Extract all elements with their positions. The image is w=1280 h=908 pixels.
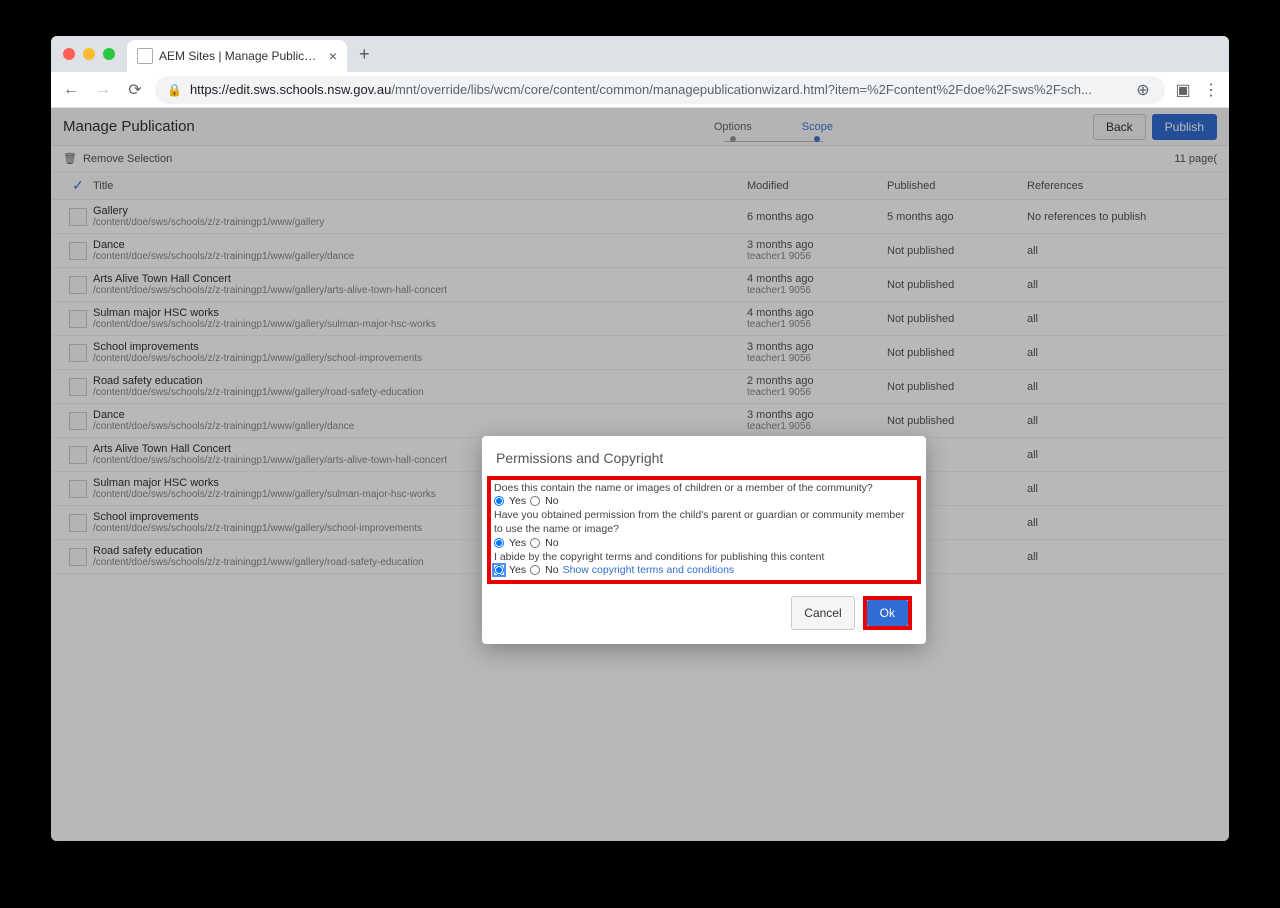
tab-title: AEM Sites | Manage Publicatio bbox=[159, 49, 323, 63]
forward-button[interactable]: → bbox=[91, 78, 115, 102]
q1-yes-radio[interactable] bbox=[494, 496, 504, 506]
copyright-terms-link[interactable]: Show copyright terms and conditions bbox=[563, 564, 735, 576]
close-tab-icon[interactable]: × bbox=[329, 48, 337, 64]
maximize-icon[interactable] bbox=[103, 48, 115, 60]
reload-button[interactable]: ⟳ bbox=[123, 78, 147, 102]
zoom-icon[interactable]: ⊕ bbox=[1133, 80, 1153, 100]
new-tab-button[interactable]: + bbox=[347, 44, 382, 65]
permissions-dialog: Permissions and Copyright Does this cont… bbox=[482, 436, 926, 644]
question-2: Have you obtained permission from the ch… bbox=[494, 508, 914, 536]
kebab-menu-icon[interactable]: ⋮ bbox=[1201, 80, 1221, 100]
back-button[interactable]: ← bbox=[59, 78, 83, 102]
yes-label: Yes bbox=[509, 564, 526, 576]
lock-icon: 🔒 bbox=[167, 83, 182, 97]
q1-no-radio[interactable] bbox=[530, 496, 540, 506]
dialog-buttons: Cancel Ok bbox=[482, 584, 926, 630]
address-bar[interactable]: 🔒 https://edit.sws.schools.nsw.gov.au/mn… bbox=[155, 76, 1165, 104]
q2-options: Yes No bbox=[494, 537, 914, 549]
content-area: Manage Publication Options Scope Back Pu… bbox=[51, 108, 1229, 841]
profile-icon[interactable]: ▣ bbox=[1173, 80, 1193, 100]
browser-tab[interactable]: AEM Sites | Manage Publicatio × bbox=[127, 40, 347, 72]
highlight-ok: Ok bbox=[863, 596, 912, 630]
tab-bar: AEM Sites | Manage Publicatio × + bbox=[51, 36, 1229, 72]
q2-no-radio[interactable] bbox=[530, 538, 540, 548]
close-icon[interactable] bbox=[63, 48, 75, 60]
yes-label: Yes bbox=[509, 495, 526, 507]
question-1: Does this contain the name or images of … bbox=[494, 481, 914, 495]
q3-yes-radio[interactable] bbox=[494, 565, 504, 575]
yes-label: Yes bbox=[509, 537, 526, 549]
question-3: I abide by the copyright terms and condi… bbox=[494, 550, 914, 564]
minimize-icon[interactable] bbox=[83, 48, 95, 60]
no-label: No bbox=[545, 564, 558, 576]
highlight-questions: Does this contain the name or images of … bbox=[487, 476, 921, 584]
ok-button[interactable]: Ok bbox=[867, 600, 908, 626]
q3-no-radio[interactable] bbox=[530, 565, 540, 575]
browser-toolbar: ← → ⟳ 🔒 https://edit.sws.schools.nsw.gov… bbox=[51, 72, 1229, 108]
dialog-title: Permissions and Copyright bbox=[482, 450, 926, 476]
page-icon bbox=[137, 48, 153, 64]
q1-options: Yes No bbox=[494, 495, 914, 507]
browser-window: AEM Sites | Manage Publicatio × + ← → ⟳ … bbox=[51, 36, 1229, 841]
window-controls bbox=[51, 48, 127, 60]
no-label: No bbox=[545, 495, 558, 507]
cancel-button[interactable]: Cancel bbox=[791, 596, 854, 630]
url-text: https://edit.sws.schools.nsw.gov.au/mnt/… bbox=[190, 82, 1133, 97]
q3-options: Yes No Show copyright terms and conditio… bbox=[494, 564, 914, 576]
no-label: No bbox=[545, 537, 558, 549]
q2-yes-radio[interactable] bbox=[494, 538, 504, 548]
